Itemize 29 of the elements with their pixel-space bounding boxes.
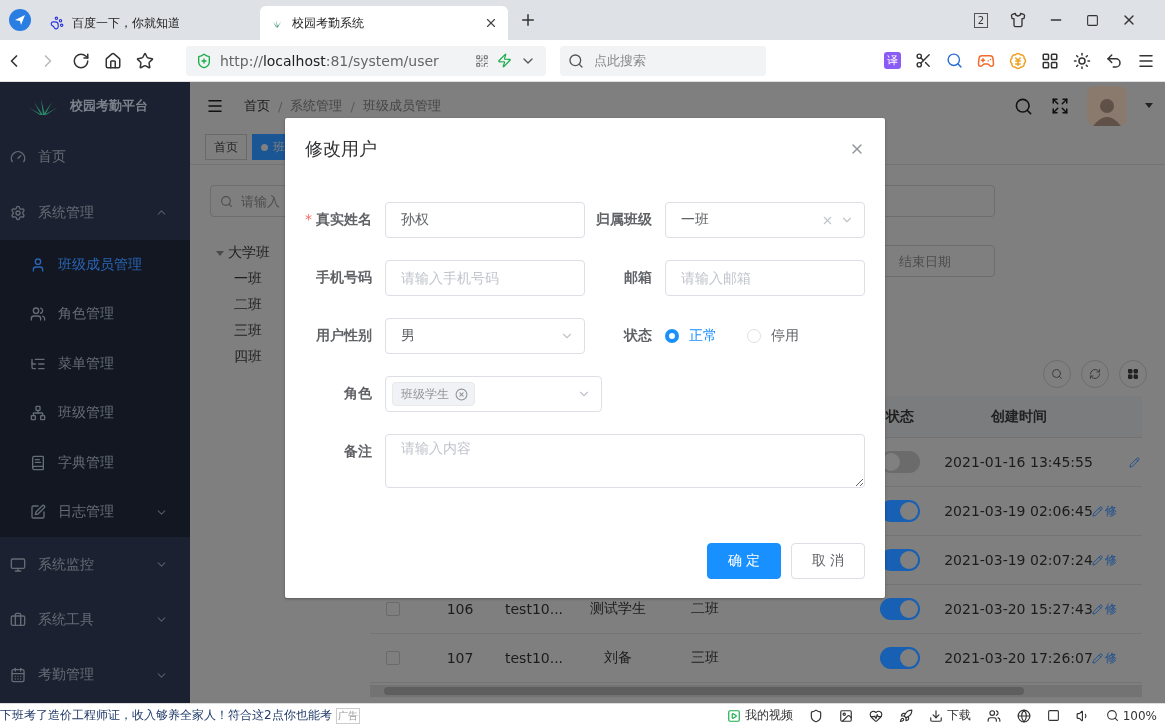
- field-label: 状态: [622, 327, 653, 345]
- table-cell: 刘备: [603, 649, 632, 667]
- column-header: 创建时间: [990, 407, 1047, 426]
- field-label: 角色: [343, 385, 373, 403]
- breadcrumb-separator: /: [350, 98, 355, 114]
- table-cell: 107: [446, 650, 474, 666]
- field-label: 用户性别: [315, 327, 373, 345]
- field-label: 手机号码: [315, 269, 373, 287]
- breadcrumb-separator: /: [278, 98, 283, 114]
- role-tag: 班级学生: [392, 382, 475, 406]
- table-cell: 2021-03-20 17:26:07: [944, 650, 1093, 666]
- table-cell: 测试学生: [589, 600, 646, 618]
- table-cell: 三班: [691, 649, 719, 667]
- field-label: 邮箱: [623, 269, 653, 287]
- table-cell: test10...: [505, 601, 564, 617]
- table-cell: 2021-03-19 02:06:45: [944, 503, 1093, 519]
- app-title: 校园考勤平台: [70, 96, 148, 115]
- table-cell: test10...: [505, 650, 564, 666]
- field-label: * 真实姓名: [304, 211, 373, 229]
- dialog-title: 修改用户: [305, 137, 377, 161]
- table-cell: 二班: [691, 600, 719, 618]
- field-label: 归属班级: [595, 211, 653, 229]
- table-cell: 2021-01-16 13:45:55: [944, 454, 1093, 470]
- ad-label: 广告: [335, 707, 360, 724]
- table-cell: 106: [446, 601, 474, 617]
- field-label: 备注: [343, 442, 373, 461]
- table-cell: 2021-03-20 15:27:43: [944, 601, 1093, 617]
- column-header: 状态: [886, 407, 914, 426]
- table-cell: 2021-03-19 02:07:24: [944, 552, 1093, 568]
